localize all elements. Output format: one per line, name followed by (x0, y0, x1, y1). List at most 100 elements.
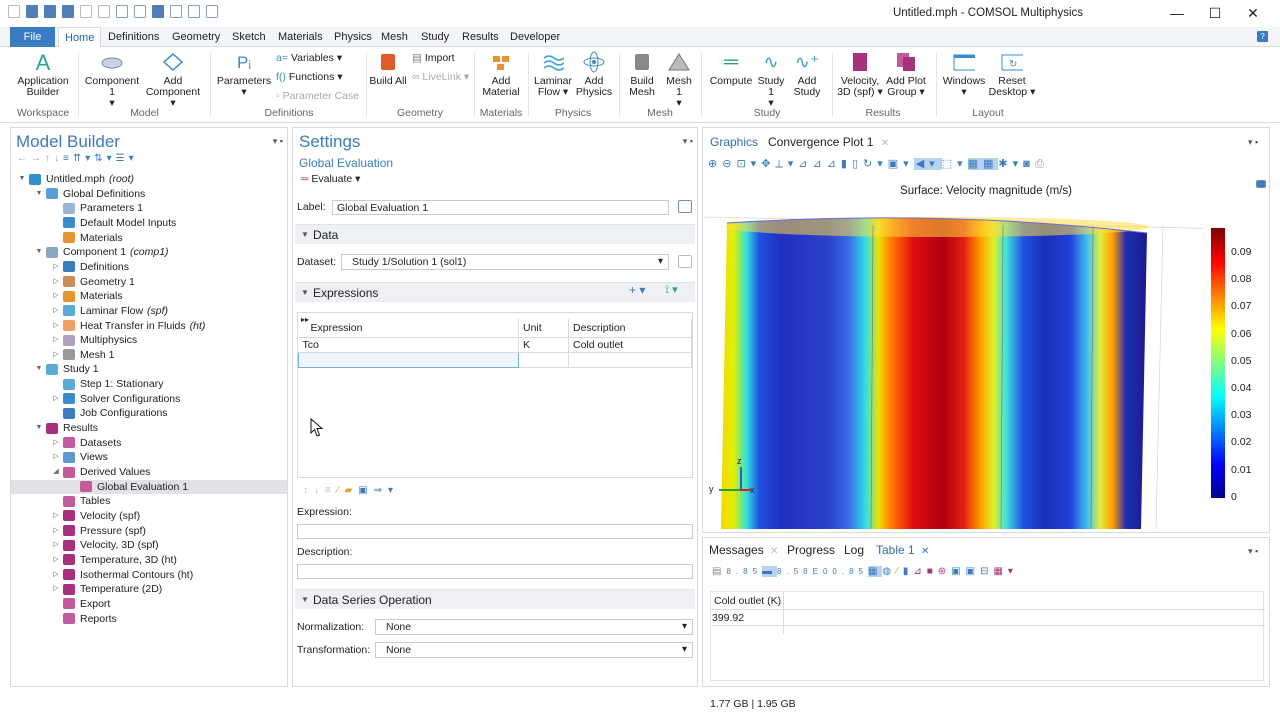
transparency-icon[interactable]: ▮▯ (841, 158, 863, 170)
tree-toggle-icon[interactable]: ▷ (51, 568, 61, 582)
panel-menu-icon[interactable]: ▾ ▪ (683, 136, 693, 147)
tree-node[interactable]: ◢ Derived Values (11, 465, 287, 479)
tree-toggle-icon[interactable]: ▷ (51, 289, 61, 303)
view-options-icon[interactable]: ☰▾ (116, 153, 138, 164)
load-from-file-icon[interactable]: ▰ (345, 485, 359, 496)
global-icon[interactable]: ◍ (882, 566, 896, 577)
down-arrow-icon[interactable]: ↓ (54, 153, 63, 164)
close-tab-icon[interactable]: ✕ (770, 546, 778, 557)
tree-node[interactable]: ▷ Geometry 1 (11, 275, 287, 289)
tab-definitions[interactable]: Definitions (102, 27, 165, 47)
move-up-icon[interactable]: ↑ (303, 485, 314, 496)
tree-node[interactable]: ▷ Mesh 1 (11, 348, 287, 362)
tree-toggle-icon[interactable]: ▷ (51, 553, 61, 567)
dataset-select[interactable]: Study 1/Solution 1 (sol1) (341, 254, 669, 270)
reset-desktop-button[interactable]: ↻ Reset Desktop ▾ (988, 51, 1036, 98)
scene-light-icon[interactable]: ✱▾ (998, 158, 1023, 170)
parameter-case-button[interactable]: ▫ Parameter Case (276, 90, 359, 102)
tab-developer[interactable]: Developer (504, 27, 566, 47)
tree-toggle-icon[interactable]: ▷ (51, 348, 61, 362)
tab-log[interactable]: Log (844, 542, 864, 558)
table-options-icon[interactable]: ▦▾ (993, 566, 1017, 577)
tree-node[interactable]: Default Model Inputs (11, 216, 287, 230)
tree-node[interactable]: Step 1: Stationary (11, 377, 287, 391)
select-all-icon[interactable]: ▦ (967, 158, 984, 170)
add-expression-icon[interactable]: + ▾ (629, 283, 645, 297)
tree-node[interactable]: ▷ Datasets (11, 436, 287, 450)
tab-convergence-plot[interactable]: Convergence Plot 1 ✕ (762, 133, 895, 151)
new-unit-cell[interactable] (518, 352, 569, 368)
tree-toggle-icon[interactable]: ▷ (51, 275, 61, 289)
add-plot-group-button[interactable]: Add Plot Group ▾ (884, 51, 928, 98)
tree-node[interactable]: Tables (11, 494, 287, 508)
transformation-select[interactable]: None (375, 642, 693, 658)
model-builder-toolbar[interactable]: ←→↑↓≡⇈▾⇅▾☰▾ (17, 153, 138, 164)
expression-input[interactable] (297, 524, 693, 539)
application-builder-button[interactable]: A Application Builder (12, 51, 74, 98)
tree-node[interactable]: Global Evaluation 1 (11, 479, 287, 494)
column-header-expression[interactable]: Expression (298, 319, 519, 338)
tree-toggle-icon[interactable]: ▼ (34, 362, 44, 376)
tree-node[interactable]: Job Configurations (11, 406, 287, 420)
delete-icon[interactable]: ▮ (903, 566, 914, 577)
tab-study[interactable]: Study (415, 27, 455, 47)
go-to-source-icon[interactable] (678, 255, 692, 268)
tree-toggle-icon[interactable]: ▷ (51, 582, 61, 596)
new-expression-cell[interactable] (298, 351, 519, 368)
tab-progress[interactable]: Progress (787, 542, 835, 558)
add-study-button[interactable]: ∿⁺ Add Study (789, 51, 825, 98)
tree-node[interactable]: ▼ Component 1 (comp1) (11, 245, 287, 259)
panel-menu-icon[interactable]: ▾ ▪ (1248, 546, 1258, 557)
table-row[interactable] (712, 611, 1265, 626)
more-options-icon[interactable]: ⇒▾ (374, 485, 399, 496)
zoom-extents-icon[interactable]: ✥ (761, 158, 775, 170)
tree-toggle-icon[interactable]: ▷ (51, 538, 61, 552)
description-cell[interactable]: Cold outlet (568, 337, 692, 353)
tree-toggle-icon[interactable]: ▼ (34, 245, 44, 259)
parameters-button[interactable]: Pᵢ Parameters ▾ (214, 51, 274, 98)
tab-graphics[interactable]: Graphics (704, 133, 764, 151)
tree-node[interactable]: Reports (11, 612, 287, 626)
copy-selection-icon[interactable]: ▣ (966, 566, 980, 577)
tree-toggle-icon[interactable]: ▼ (34, 187, 44, 201)
velocity-surface-plot[interactable] (703, 205, 1203, 529)
move-down-icon[interactable]: ↓ (314, 485, 325, 496)
zoom-in-icon[interactable]: ⊕ (708, 158, 722, 170)
axis-z-view-icon[interactable]: ⊿ (827, 158, 841, 170)
tree-toggle-icon[interactable]: ▷ (51, 392, 61, 406)
zoom-out-icon[interactable]: ⊖ (722, 158, 736, 170)
select-icon[interactable]: ▣▾ (888, 158, 914, 170)
panel-menu-icon[interactable]: ▾ ▪ (1248, 137, 1258, 148)
export-icon[interactable]: ⊟ (980, 566, 993, 577)
unit-cell[interactable]: K (518, 337, 569, 353)
image-snapshot-icon[interactable]: ◙ (1023, 158, 1035, 170)
replace-expression-icon[interactable]: ⟟ ▾ (665, 283, 678, 297)
up-arrow-icon[interactable]: ↑ (45, 153, 54, 164)
maximize-button[interactable]: ☐ (1200, 3, 1230, 23)
table-view-icon[interactable]: ▦ (867, 566, 883, 577)
tree-node[interactable]: ▷ Pressure (spf) (11, 524, 287, 538)
tree-node[interactable]: ▷ Multiphysics (11, 333, 287, 347)
expression-cell[interactable]: Tco (298, 337, 519, 353)
add-physics-button[interactable]: Add Physics (574, 51, 614, 98)
tree-node[interactable]: ▷ Temperature, 3D (ht) (11, 553, 287, 567)
full-precision-icon[interactable]: ▬ (762, 566, 778, 577)
tree-toggle-icon[interactable]: ▷ (51, 319, 61, 333)
laminar-flow-button[interactable]: Laminar Flow ▾ (531, 51, 575, 98)
histogram-icon[interactable]: ⊛ (938, 566, 951, 577)
add-material-button[interactable]: Add Material (477, 51, 525, 98)
box-select-icon[interactable]: ⬚▾ (942, 158, 968, 170)
data-section-header[interactable]: ▼ Data (295, 224, 695, 244)
tree-node[interactable]: ▷ Solver Configurations (11, 392, 287, 406)
tree-node[interactable]: ▼ Global Definitions (11, 187, 287, 201)
expand-icon[interactable]: ⇈▾ (73, 153, 94, 164)
table-settings-icon[interactable]: ▤ (712, 566, 726, 577)
tab-table1[interactable]: Table 1 ✕ (876, 542, 929, 558)
build-mesh-button[interactable]: Build Mesh (622, 51, 662, 98)
forward-arrow-icon[interactable]: → (31, 153, 45, 164)
tree-node[interactable]: Export (11, 597, 287, 611)
close-tab-icon[interactable]: ✕ (921, 546, 929, 557)
velocity-3d-button[interactable]: Velocity, 3D (spf) ▾ (836, 51, 884, 98)
copy-table-icon[interactable]: ▣ (951, 566, 965, 577)
help-icon[interactable]: ? (1257, 31, 1268, 42)
